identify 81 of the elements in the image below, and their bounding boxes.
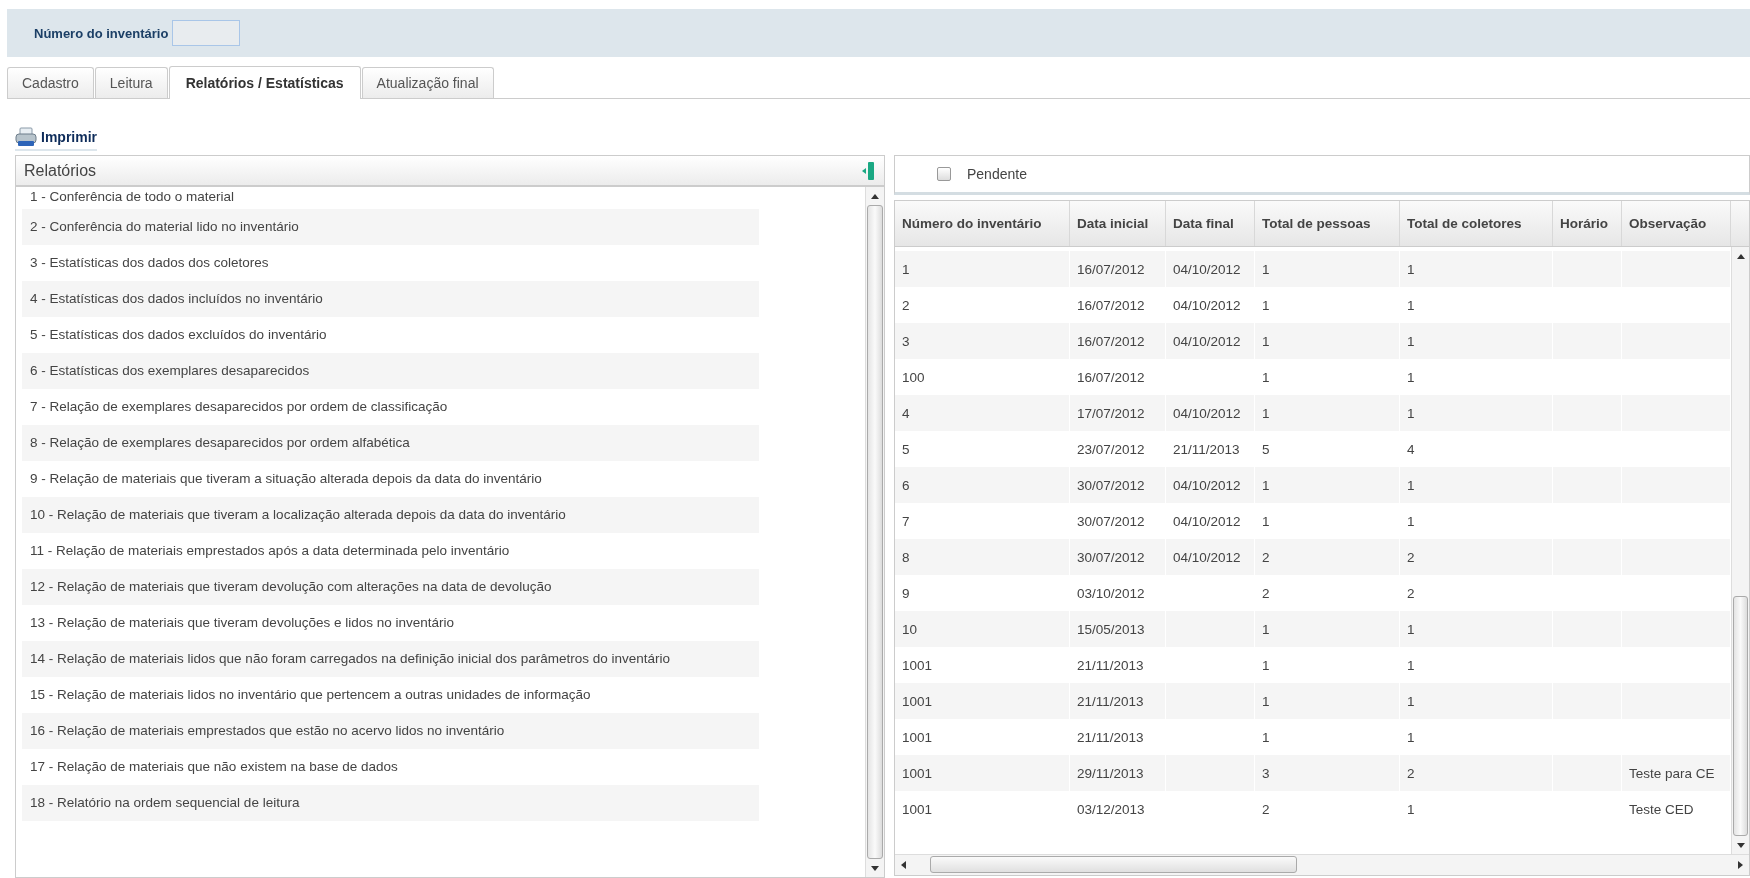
- tab[interactable]: Cadastro: [7, 67, 94, 98]
- table-cell: 1: [1400, 251, 1553, 287]
- report-item[interactable]: 17 - Relação de materiais que não existem na base de dados: [22, 749, 759, 785]
- report-item[interactable]: 15 - Relação de materiais lidos no inventário que pertencem a outras unidades de informação: [22, 677, 759, 713]
- report-item[interactable]: 4 - Estatísticas dos dados incluídos no inventário: [22, 281, 759, 317]
- report-item[interactable]: 2 - Conferência do material lido no inventário: [22, 209, 759, 245]
- column-header[interactable]: Data inicial: [1070, 201, 1166, 246]
- table-cell: 2: [1400, 755, 1553, 791]
- table-cell: 1001: [895, 791, 1070, 827]
- print-button[interactable]: Imprimir: [15, 127, 97, 151]
- table-cell: 2: [1400, 539, 1553, 575]
- table-cell: 04/10/2012: [1166, 539, 1255, 575]
- table-cell: 4: [895, 395, 1070, 431]
- table-cell: 1: [1255, 467, 1400, 503]
- table-cell: 04/10/2012: [1166, 467, 1255, 503]
- table-cell: 3: [895, 323, 1070, 359]
- table-cell: 1: [1255, 611, 1400, 647]
- report-item[interactable]: 8 - Relação de exemplares desaparecidos por ordem alfabética: [22, 425, 759, 461]
- table-cell: 1: [1255, 323, 1400, 359]
- table-cell: 16/07/2012: [1070, 323, 1166, 359]
- report-item[interactable]: 3 - Estatísticas dos dados dos coletores: [22, 245, 759, 281]
- table-cell: 1: [895, 251, 1070, 287]
- table-cell: 1001: [895, 683, 1070, 719]
- column-header[interactable]: Horário: [1553, 201, 1622, 246]
- collapse-icon[interactable]: [862, 161, 874, 180]
- tab[interactable]: Atualização final: [361, 67, 494, 98]
- report-item[interactable]: 14 - Relação de materiais lidos que não foram carregados na definição inicial dos parâmetros do inventário: [22, 641, 759, 677]
- table-cell: 03/12/2013: [1070, 791, 1166, 827]
- printer-icon: [15, 127, 37, 147]
- tab[interactable]: Leitura: [94, 67, 168, 98]
- table-cell: 21/11/2013: [1070, 683, 1166, 719]
- table-cell: 1: [1400, 791, 1553, 827]
- table-cell: 1: [1400, 467, 1553, 503]
- column-header[interactable]: Observação: [1622, 201, 1731, 246]
- field-label: Número do inventário: [34, 25, 169, 41]
- table-cell: 1: [1400, 611, 1553, 647]
- report-item[interactable]: 11 - Relação de materiais emprestados após a data determinada pelo inventário: [22, 533, 759, 569]
- table-cell: 16/07/2012: [1070, 251, 1166, 287]
- table-cell: 04/10/2012: [1166, 251, 1255, 287]
- table-cell: 2: [1255, 539, 1400, 575]
- table-cell: 2: [1255, 791, 1400, 827]
- scrollbar[interactable]: [865, 187, 884, 877]
- table-cell: 1: [1400, 395, 1553, 431]
- table-cell: 1: [1255, 683, 1400, 719]
- table-cell: 1001: [895, 755, 1070, 791]
- column-header[interactable]: Total de pessoas: [1255, 201, 1400, 246]
- table-cell: 30/07/2012: [1070, 539, 1166, 575]
- table-cell: 1: [1255, 395, 1400, 431]
- table-cell: 1: [1400, 323, 1553, 359]
- table-cell: 3: [1255, 755, 1400, 791]
- table-cell: 1: [1400, 683, 1553, 719]
- report-item[interactable]: 13 - Relação de materiais que tiveram devoluções e lidos no inventário: [22, 605, 759, 641]
- table-cell: 29/11/2013: [1070, 755, 1166, 791]
- report-item[interactable]: 16 - Relação de materiais emprestados que estão no acervo lidos no inventário: [22, 713, 759, 749]
- table-cell: 30/07/2012: [1070, 467, 1166, 503]
- checkbox-label: Pendente: [967, 166, 1027, 182]
- table-cell: 6: [895, 467, 1070, 503]
- report-item[interactable]: 12 - Relação de materiais que tiveram devolução com alterações na data de devolução: [22, 569, 759, 605]
- table-cell: 04/10/2012: [1166, 323, 1255, 359]
- report-item[interactable]: 9 - Relação de materiais que tiveram a situação alterada depois da data do inventário: [22, 461, 759, 497]
- table-cell: 17/07/2012: [1070, 395, 1166, 431]
- report-item[interactable]: 5 - Estatísticas dos dados excluídos do inventário: [22, 317, 759, 353]
- report-item[interactable]: 7 - Relação de exemplares desaparecidos por ordem de classificação: [22, 389, 759, 425]
- report-item[interactable]: 18 - Relatório na ordem sequencial de leitura: [22, 785, 759, 821]
- table-cell: 10: [895, 611, 1070, 647]
- checkbox[interactable]: [937, 167, 951, 181]
- table-cell: 04/10/2012: [1166, 395, 1255, 431]
- column-header[interactable]: Data final: [1166, 201, 1255, 246]
- table-cell: 15/05/2013: [1070, 611, 1166, 647]
- table-cell: 8: [895, 539, 1070, 575]
- report-item[interactable]: 1 - Conferência de todo o material: [22, 187, 759, 209]
- scrollbar[interactable]: [895, 854, 1749, 875]
- tab[interactable]: Relatórios / Estatísticas: [168, 66, 361, 99]
- column-header[interactable]: Total de coletores: [1400, 201, 1553, 246]
- column-header[interactable]: Número do inventário: [895, 201, 1070, 246]
- panel-title: Relatórios: [24, 161, 97, 180]
- scrollbar[interactable]: [1731, 247, 1749, 854]
- report-item[interactable]: 10 - Relação de materiais que tiveram a localização alterada depois da data do inventário: [22, 497, 759, 533]
- inventory-number-field[interactable]: [172, 20, 241, 46]
- table-cell: 1: [1255, 251, 1400, 287]
- report-item[interactable]: 6 - Estatísticas dos exemplares desaparecidos: [22, 353, 759, 389]
